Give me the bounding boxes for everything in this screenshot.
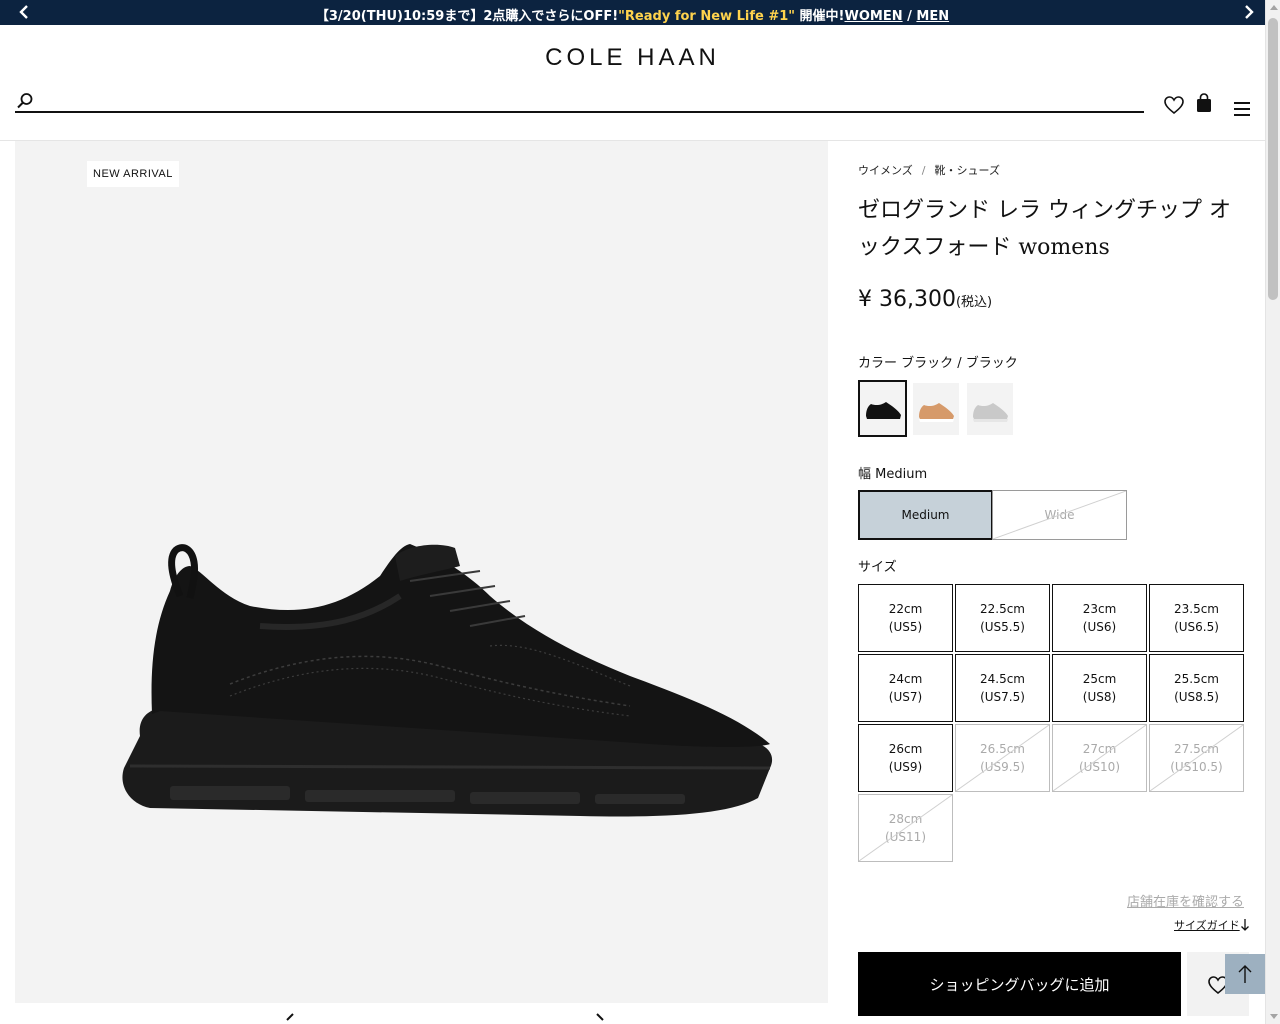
product-gallery[interactable]: NEW ARRIVAL (15, 141, 828, 1021)
brand-logo[interactable]: COLE HAAN (0, 44, 1265, 72)
product-price: ¥ 36,300(税込) (858, 287, 992, 312)
scroll-down-arrow[interactable] (1270, 1014, 1278, 1019)
size-option-24[interactable]: 24cm (US7) (858, 654, 953, 722)
width-option-medium[interactable]: Medium (858, 490, 993, 540)
scroll-up-arrow[interactable] (1270, 5, 1278, 10)
product-title: ゼログランド レラ ウィングチップ オックスフォード womens (858, 198, 1231, 260)
size-us: (US7) (888, 690, 923, 704)
size-us: (US5.5) (980, 620, 1025, 634)
size-option-24-5[interactable]: 24.5cm (US7.5) (955, 654, 1050, 722)
size-cm: 25cm (1082, 672, 1117, 686)
size-us: (US8.5) (1174, 690, 1219, 704)
menu-icon[interactable] (1232, 99, 1254, 121)
promo-link-women[interactable]: WOMEN (845, 9, 903, 24)
size-us: (US7.5) (980, 690, 1025, 704)
new-arrival-badge: NEW ARRIVAL (87, 161, 179, 187)
heart-icon[interactable] (1163, 94, 1185, 116)
size-option-27-5[interactable]: 27.5cm (US10.5) (1149, 724, 1244, 792)
breadcrumb: ウイメンズ / 靴・シューズ (858, 162, 1000, 178)
size-us: (US6) (1082, 620, 1117, 634)
size-cm: 22.5cm (979, 602, 1025, 616)
store-stock-link[interactable]: 店舗在庫を確認する (1127, 891, 1244, 910)
breadcrumb-item-shoes[interactable]: 靴・シューズ (935, 164, 1000, 177)
size-guide-link[interactable]: サイズガイド (1174, 917, 1240, 933)
size-option-28[interactable]: 28cm (US11) (858, 794, 953, 862)
scrollbar-thumb[interactable] (1268, 18, 1278, 300)
size-option-26[interactable]: 26cm (US9) (858, 724, 953, 792)
arrow-up-icon (1238, 965, 1252, 983)
size-cm: 27.5cm (1173, 742, 1219, 756)
promo-message: 【3/20(THU)10:59まで】2点購入でさらにOFF!"Ready for… (0, 5, 1265, 24)
bag-icon[interactable] (1194, 92, 1216, 114)
search-input[interactable] (40, 91, 1144, 113)
product-image-shoe[interactable] (110, 536, 780, 826)
size-option-23-5[interactable]: 23.5cm (US6.5) (1149, 584, 1244, 652)
promo-link-men[interactable]: MEN (916, 9, 949, 24)
search-underline (15, 111, 41, 113)
size-us: (US9) (888, 760, 923, 774)
size-cm: 22cm (888, 602, 923, 616)
size-cm: 23cm (1082, 602, 1117, 616)
page-scrollbar[interactable] (1265, 0, 1280, 1024)
size-cm: 24cm (888, 672, 923, 686)
promo-divider: / (902, 9, 917, 24)
promo-text-after: 開催中! (795, 9, 845, 24)
size-cm: 26.5cm (979, 742, 1025, 756)
size-option-22-5[interactable]: 22.5cm (US5.5) (955, 584, 1050, 652)
size-cm: 26cm (888, 742, 923, 756)
add-to-bag-button[interactable]: ショッピングバッグに追加 (858, 952, 1181, 1016)
width-option-label: Medium (901, 508, 950, 522)
size-option-23[interactable]: 23cm (US6) (1052, 584, 1147, 652)
size-us: (US5) (888, 620, 923, 634)
size-us: (US9.5) (980, 760, 1025, 774)
size-option-26-5[interactable]: 26.5cm (US9.5) (955, 724, 1050, 792)
size-us: (US11) (884, 830, 927, 844)
chevron-right-icon[interactable] (1241, 4, 1257, 20)
arrow-down-icon[interactable] (1240, 918, 1250, 932)
size-cm: 23.5cm (1173, 602, 1219, 616)
size-us: (US10) (1078, 760, 1121, 774)
search-icon[interactable] (16, 92, 34, 110)
color-swatch-tan[interactable] (913, 383, 959, 435)
color-swatch-black[interactable] (858, 380, 907, 437)
swatch-shoe-tan-icon (913, 383, 959, 435)
size-cm: 28cm (888, 812, 923, 826)
color-swatch-silver[interactable] (967, 383, 1013, 435)
size-us: (US6.5) (1174, 620, 1219, 634)
size-us: (US10.5) (1170, 760, 1223, 774)
width-option-wide[interactable]: Wide (992, 490, 1127, 540)
width-option-label: Wide (1044, 508, 1075, 522)
size-cm: 25.5cm (1173, 672, 1219, 686)
size-option-25[interactable]: 25cm (US8) (1052, 654, 1147, 722)
size-option-27[interactable]: 27cm (US10) (1052, 724, 1147, 792)
gallery-prev-icon[interactable] (283, 1012, 297, 1024)
promo-banner: 【3/20(THU)10:59まで】2点購入でさらにOFF!"Ready for… (0, 0, 1265, 25)
back-to-top-button[interactable] (1225, 954, 1265, 994)
size-us: (US8) (1082, 690, 1117, 704)
promo-highlight: "Ready for New Life #1" (618, 9, 796, 24)
size-option-25-5[interactable]: 25.5cm (US8.5) (1149, 654, 1244, 722)
swatch-shoe-black-icon (860, 382, 905, 435)
size-label: サイズ (858, 560, 897, 575)
gallery-next-icon[interactable] (593, 1012, 607, 1024)
size-option-22[interactable]: 22cm (US5) (858, 584, 953, 652)
price-value: ¥ 36,300 (858, 287, 956, 312)
promo-text: 【3/20(THU)10:59まで】2点購入でさらにOFF! (315, 9, 619, 24)
size-cm: 27cm (1082, 742, 1117, 756)
breadcrumb-separator: / (921, 164, 926, 177)
breadcrumb-item-women[interactable]: ウイメンズ (858, 164, 913, 177)
swatch-shoe-silver-icon (967, 383, 1013, 435)
color-label: カラー ブラック / ブラック (858, 356, 1018, 371)
tax-note: (税込) (955, 295, 993, 310)
size-cm: 24.5cm (979, 672, 1025, 686)
width-label: 幅 Medium (858, 467, 928, 482)
